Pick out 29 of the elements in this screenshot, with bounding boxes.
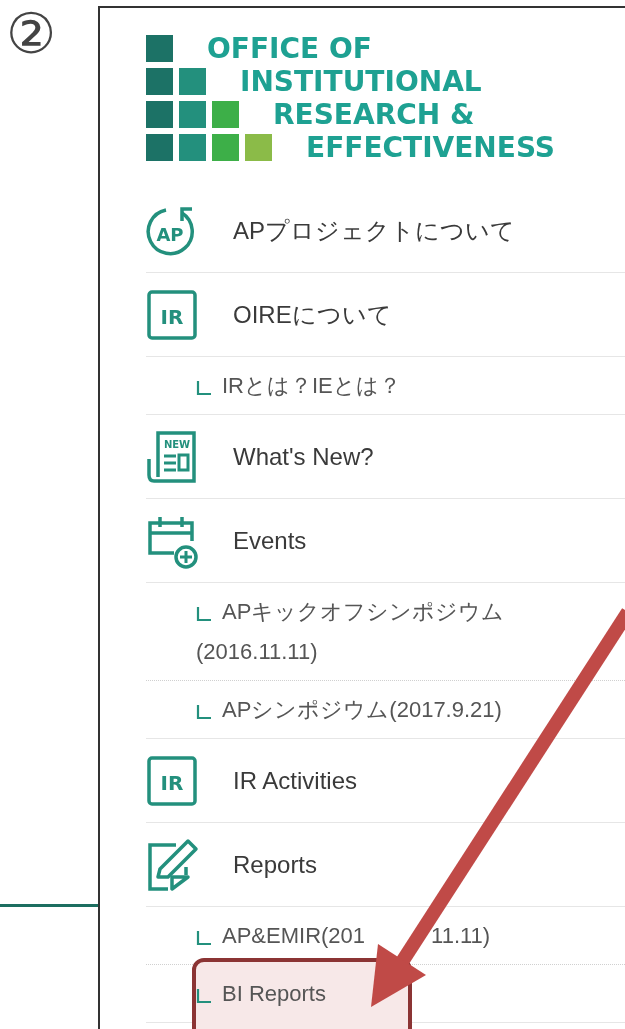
nav-sub-link[interactable]: AP&EMIR(201 [196,916,366,956]
nav-link[interactable]: Events [233,526,307,555]
nav-link[interactable]: APプロジェクトについて [233,214,515,247]
nav-link[interactable]: What's New? [233,442,374,471]
nav-link[interactable]: IR Activities [233,766,358,795]
logo-squares-icon [146,101,239,128]
nav-link[interactable]: Reports [233,850,318,879]
ir-box-icon: IR [146,288,198,341]
nav-sub-link[interactable]: APキックオフシンポジウム(2016.11.11) [196,592,566,672]
sub-item-icon [196,988,212,1004]
logo-squares-icon [146,68,206,95]
ir-box-icon: IR [146,754,198,807]
nav-sub-link[interactable]: BI Reports [196,974,566,1014]
logo-text: OFFICE OF [207,35,372,62]
logo-squares-icon [146,134,272,161]
sub-item-icon [196,704,212,720]
sub-item-icon [196,606,212,622]
logo-text: RESEARCH & [273,101,475,128]
nav-sub-link[interactable]: IRとは？IEとは？ [196,366,566,406]
logo-text: EFFECTIVENESS [306,134,555,161]
sub-item-icon [196,380,212,396]
step-number: ② [6,4,57,64]
pencil-note-icon [146,836,200,893]
nav-sub-link[interactable]: APシンポジウム(2017.9.21) [196,690,566,730]
link-text[interactable]: 11.11) [431,923,491,948]
logo-squares-icon [146,35,173,62]
sub-item-icon [196,930,212,946]
nav-link[interactable]: OIREについて [233,298,392,331]
logo-text: INSTITUTIONAL [240,68,482,95]
